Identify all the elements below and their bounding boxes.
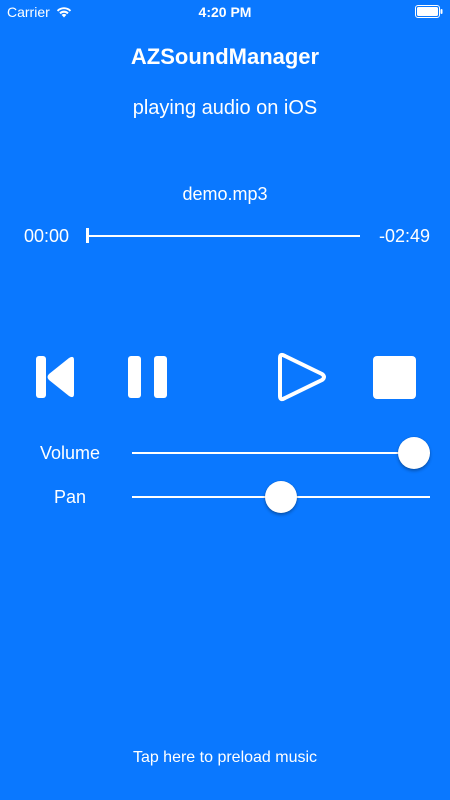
status-bar: Carrier 4:20 PM (0, 0, 450, 24)
pan-slider[interactable] (132, 480, 430, 514)
pan-label: Pan (53, 487, 87, 507)
volume-slider[interactable] (132, 436, 430, 470)
remaining-time: -02:49 (378, 226, 430, 246)
previous-button[interactable] (36, 352, 76, 402)
preload-music-button[interactable]: Tap here to preload music (0, 749, 450, 767)
app-title: AZSoundManager (130, 44, 320, 69)
pause-icon (128, 356, 167, 398)
volume-slider-thumb[interactable] (398, 437, 430, 469)
play-icon (278, 352, 326, 402)
volume-slider-track[interactable] (132, 452, 430, 454)
stop-icon (373, 356, 416, 399)
stop-button[interactable] (372, 352, 418, 402)
skip-back-icon (36, 356, 74, 398)
status-time: 4:20 PM (198, 4, 252, 20)
app-subtitle: playing audio on iOS (132, 97, 318, 119)
battery-icon (415, 5, 443, 18)
volume-label: Volume (39, 443, 101, 463)
progress-track[interactable] (88, 235, 360, 237)
play-button[interactable] (278, 352, 326, 402)
pause-button[interactable] (128, 352, 170, 402)
transport-controls (0, 352, 450, 402)
progress-handle[interactable] (86, 228, 89, 243)
pan-slider-thumb[interactable] (265, 481, 297, 513)
track-name: demo.mp3 (182, 184, 268, 204)
elapsed-time: 00:00 (24, 226, 70, 246)
